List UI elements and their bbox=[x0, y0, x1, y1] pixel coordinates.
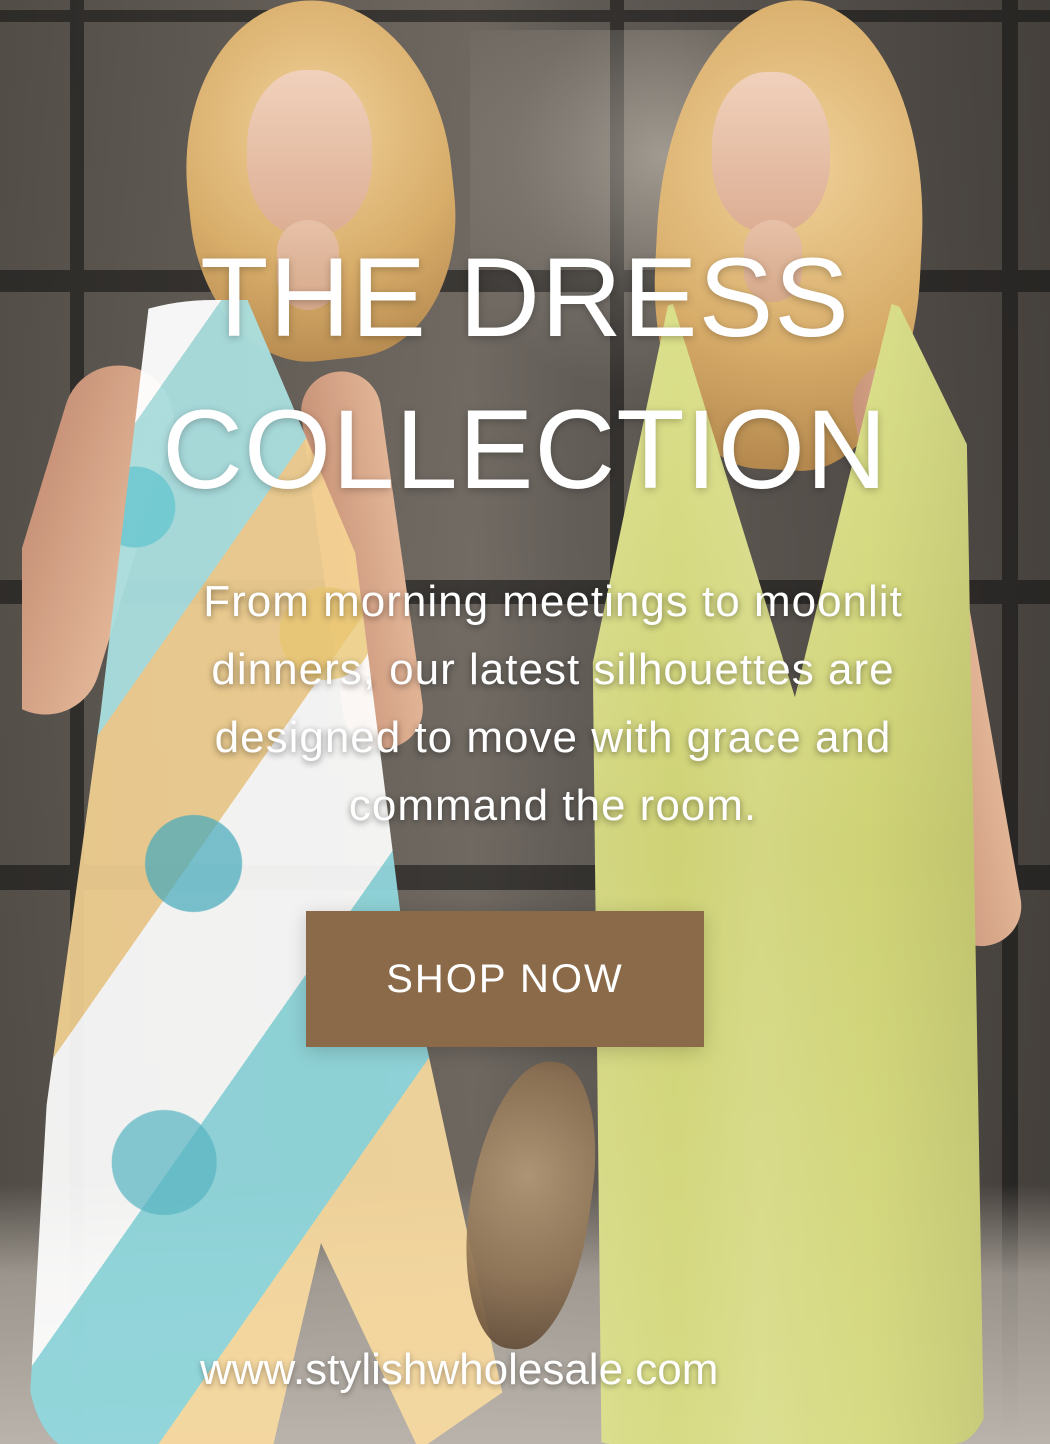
hero-content: THE DRESS COLLECTION From morning meetin… bbox=[0, 0, 1050, 1444]
website-url: www.stylishwholesale.com bbox=[200, 1345, 719, 1394]
dress-collection-hero: THE DRESS COLLECTION From morning meetin… bbox=[0, 0, 1050, 1444]
hero-subtitle: From morning meetings to moonlit dinners… bbox=[203, 577, 903, 830]
shop-now-button[interactable]: SHOP NOW bbox=[306, 911, 704, 1047]
page-title: THE DRESS COLLECTION bbox=[162, 235, 888, 512]
